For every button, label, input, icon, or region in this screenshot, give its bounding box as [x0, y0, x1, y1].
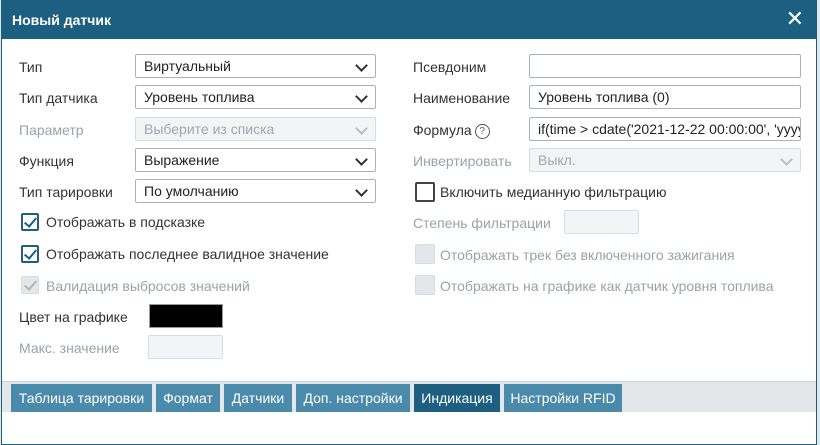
- filter-degree-label: Степень фильтрации: [413, 215, 551, 231]
- show-as-fuel-checkbox[interactable]: [415, 275, 435, 295]
- max-value-label: Макс. значение: [19, 340, 120, 356]
- chevron-down-icon: [355, 59, 368, 72]
- outlier-validation-label: Валидация выбросов значений: [46, 278, 250, 294]
- name-label: Наименование: [413, 90, 511, 106]
- invert-label: Инвертировать: [413, 153, 512, 169]
- chevron-down-icon: [355, 122, 368, 135]
- dialog-title: Новый датчик: [12, 12, 111, 28]
- chevron-down-icon: [355, 90, 368, 103]
- formula-input[interactable]: if(time > cdate('2021-12-22 00:00:00', '…: [529, 117, 801, 141]
- function-label: Функция: [19, 153, 74, 169]
- show-in-tooltip-label: Отображать в подсказке: [46, 214, 206, 230]
- calibration-type-label: Тип тарировки: [19, 184, 113, 200]
- chevron-down-icon: [780, 153, 793, 166]
- chevron-down-icon: [355, 184, 368, 197]
- outlier-validation-checkbox[interactable]: [21, 276, 39, 294]
- tab-extra-settings[interactable]: Доп. настройки: [296, 384, 410, 412]
- tab-format[interactable]: Формат: [156, 384, 220, 412]
- show-as-fuel-label: Отображать на графике как датчик уровня …: [440, 278, 774, 294]
- calibration-type-select[interactable]: По умолчанию: [135, 179, 376, 203]
- formula-label: Формула?: [413, 121, 490, 139]
- track-no-ignition-checkbox[interactable]: [415, 244, 435, 264]
- tab-indication[interactable]: Индикация: [414, 384, 500, 412]
- median-filter-label: Включить медианную фильтрацию: [440, 184, 667, 200]
- type-select[interactable]: Виртуальный: [135, 54, 376, 78]
- name-input[interactable]: Уровень топлива (0): [529, 85, 801, 109]
- alias-input[interactable]: [529, 54, 801, 78]
- filter-degree-input[interactable]: [564, 210, 639, 234]
- help-icon[interactable]: ?: [474, 124, 490, 139]
- show-last-valid-checkbox[interactable]: [21, 245, 39, 263]
- close-icon[interactable]: ✕: [786, 7, 804, 31]
- tab-rfid-settings[interactable]: Настройки RFID: [504, 384, 622, 412]
- track-no-ignition-label: Отображать трек без включенного зажигани…: [440, 247, 735, 263]
- dialog-titlebar: Новый датчик ✕: [2, 1, 816, 39]
- chevron-down-icon: [355, 153, 368, 166]
- max-value-input[interactable]: [148, 335, 223, 359]
- parameter-label: Параметр: [19, 122, 84, 138]
- sensor-type-select[interactable]: Уровень топлива: [135, 85, 376, 109]
- sensor-type-label: Тип датчика: [19, 90, 98, 106]
- show-last-valid-label: Отображать последнее валидное значение: [46, 246, 329, 262]
- show-in-tooltip-checkbox[interactable]: [21, 213, 39, 231]
- invert-select[interactable]: Выкл.: [529, 148, 801, 172]
- chart-color-swatch[interactable]: [149, 304, 223, 328]
- median-filter-checkbox[interactable]: [415, 182, 435, 202]
- tab-calibration-table[interactable]: Таблица тарировки: [11, 384, 152, 412]
- alias-label: Псевдоним: [413, 59, 487, 75]
- type-label: Тип: [19, 59, 43, 75]
- tab-content: [2, 412, 816, 444]
- new-sensor-dialog: Новый датчик ✕ Тип Виртуальный Тип датчи…: [1, 0, 817, 445]
- chart-color-label: Цвет на графике: [19, 309, 128, 325]
- tab-bar: Таблица тарировки Формат Датчики Доп. на…: [2, 381, 816, 412]
- tab-sensors[interactable]: Датчики: [224, 384, 292, 412]
- parameter-select[interactable]: Выберите из списка: [135, 117, 376, 141]
- function-select[interactable]: Выражение: [135, 148, 376, 172]
